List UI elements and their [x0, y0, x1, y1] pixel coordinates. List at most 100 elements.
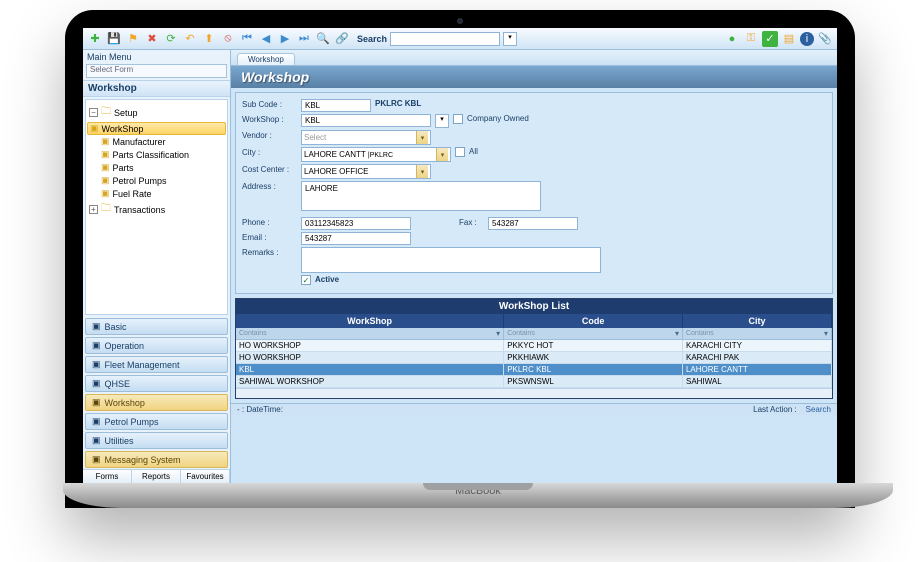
- vendor-select[interactable]: Select▾: [301, 130, 431, 145]
- remarks-input[interactable]: [301, 247, 601, 273]
- tree-node-partsclass[interactable]: ▣ Parts Classification: [89, 148, 224, 161]
- new-icon[interactable]: ✚: [87, 31, 103, 47]
- prev-icon[interactable]: ◀: [258, 31, 274, 47]
- table-row[interactable]: HO WORKSHOPPKKYC HOTKARACHI CITY: [236, 340, 832, 352]
- stack-basic[interactable]: ▣Basic: [85, 318, 228, 335]
- sidebar: Main Menu Select Form Workshop − 🗀 Setup…: [83, 50, 231, 483]
- filter-workshop[interactable]: Contains▾: [236, 328, 504, 339]
- filter-icon[interactable]: ▾: [496, 329, 500, 338]
- workshop-form: Sub Code : PKLRC KBL WorkShop : ▾ Compan…: [235, 92, 833, 294]
- main-menu-label: Main Menu: [83, 50, 230, 64]
- folder-icon: 🗀: [101, 104, 111, 121]
- delete-icon[interactable]: ✖: [144, 31, 160, 47]
- stack-operation[interactable]: ▣Operation: [85, 337, 228, 354]
- zoom-icon[interactable]: 🔍: [315, 31, 331, 47]
- address-input[interactable]: LAHORE: [301, 181, 541, 211]
- tree-node-manufacturer[interactable]: ▣ Manufacturer: [89, 135, 224, 148]
- filter-code[interactable]: Contains▾: [504, 328, 683, 339]
- cancel-icon[interactable]: ⦸: [220, 31, 236, 47]
- workshop-input[interactable]: [301, 114, 431, 127]
- expand-icon[interactable]: +: [89, 205, 98, 214]
- nav-tree: − 🗀 Setup ▣ WorkShop ▣ Manufacturer ▣: [85, 99, 228, 315]
- costcenter-select[interactable]: LAHORE OFFICE▾: [301, 164, 431, 179]
- tree-node-setup[interactable]: − 🗀 Setup: [89, 103, 224, 122]
- table-row[interactable]: HO WORKSHOPPKKHIAWKKARACHI PAK: [236, 352, 832, 364]
- subcode-input[interactable]: [301, 99, 371, 112]
- fax-label: Fax :: [459, 217, 484, 227]
- search-input[interactable]: [390, 32, 500, 46]
- stack-utilities[interactable]: ▣Utilities: [85, 432, 228, 449]
- undo-icon[interactable]: ↶: [182, 31, 198, 47]
- tree-node-workshop[interactable]: ▣ WorkShop: [87, 122, 226, 135]
- email-label: Email :: [242, 232, 297, 242]
- address-label: Address :: [242, 181, 297, 191]
- company-owned-label: Company Owned: [467, 114, 529, 123]
- page-icon: ▣: [101, 188, 110, 199]
- document-icon[interactable]: ▤: [781, 31, 797, 47]
- vendor-label: Vendor :: [242, 130, 297, 140]
- key-icon[interactable]: ⚿: [743, 31, 759, 47]
- filter-icon[interactable]: ▾: [824, 329, 828, 338]
- main-toolbar: ✚ 💾 ⚑ ✖ ⟳ ↶ ⬆ ⦸ ⏮ ◀ ▶ ⏭ 🔍 🔗 Search ▾ ● ⚿…: [83, 28, 837, 50]
- search-dropdown[interactable]: ▾: [503, 32, 517, 46]
- attach-icon[interactable]: 📎: [817, 31, 833, 47]
- last-icon[interactable]: ⏭: [296, 31, 312, 47]
- flag-icon[interactable]: ⚑: [125, 31, 141, 47]
- link-icon[interactable]: 🔗: [334, 31, 350, 47]
- filter-icon[interactable]: ▾: [675, 329, 679, 338]
- stack-fleet[interactable]: ▣Fleet Management: [85, 356, 228, 373]
- list-title: WorkShop List: [236, 299, 832, 314]
- horizontal-scrollbar[interactable]: [236, 388, 832, 398]
- stack-qhse[interactable]: ▣QHSE: [85, 375, 228, 392]
- city-select[interactable]: LAHORE CANTT |PKLRC▾: [301, 147, 451, 162]
- page-icon: ▣: [101, 162, 110, 173]
- page-icon: ▣: [90, 123, 99, 134]
- active-label: Active: [315, 275, 339, 284]
- company-owned-checkbox[interactable]: [453, 114, 463, 124]
- tree-node-fuelrate[interactable]: ▣ Fuel Rate: [89, 187, 224, 200]
- refresh-icon[interactable]: ⟳: [163, 31, 179, 47]
- phone-input[interactable]: [301, 217, 411, 230]
- page-title: Workshop: [231, 66, 837, 88]
- page-icon: ▣: [101, 136, 110, 147]
- workshop-dd[interactable]: ▾: [435, 114, 449, 128]
- col-city[interactable]: City: [683, 314, 832, 328]
- stack-workshop[interactable]: ▣Workshop: [85, 394, 228, 411]
- subcode-label: Sub Code :: [242, 99, 297, 109]
- fax-input[interactable]: [488, 217, 578, 230]
- all-checkbox[interactable]: [455, 147, 465, 157]
- footer-search[interactable]: Search: [806, 405, 831, 414]
- stack-messaging[interactable]: ▣Messaging System: [85, 451, 228, 468]
- go-icon[interactable]: ●: [724, 31, 740, 47]
- tree-node-parts[interactable]: ▣ Parts: [89, 161, 224, 174]
- tree-node-transactions[interactable]: + 🗀 Transactions: [89, 200, 224, 219]
- costcenter-label: Cost Center :: [242, 164, 297, 174]
- next-icon[interactable]: ▶: [277, 31, 293, 47]
- stack-petrol[interactable]: ▣Petrol Pumps: [85, 413, 228, 430]
- select-form-dropdown[interactable]: Select Form: [86, 64, 227, 78]
- col-code[interactable]: Code: [504, 314, 683, 328]
- col-workshop[interactable]: WorkShop: [236, 314, 504, 328]
- tree-node-petrolpumps[interactable]: ▣ Petrol Pumps: [89, 174, 224, 187]
- collapse-icon[interactable]: −: [89, 108, 98, 117]
- info-icon[interactable]: i: [800, 32, 814, 46]
- table-row[interactable]: KBLPKLRC KBLLAHORE CANTT: [236, 364, 832, 376]
- tab-favourites[interactable]: Favourites: [181, 470, 230, 483]
- tab-forms[interactable]: Forms: [83, 470, 132, 483]
- tab-reports[interactable]: Reports: [132, 470, 181, 483]
- page-icon: ▣: [101, 175, 110, 186]
- save-icon[interactable]: 💾: [106, 31, 122, 47]
- email-input[interactable]: [301, 232, 411, 245]
- table-row[interactable]: SAHIWAL WORKSHOPPKSWNSWLSAHIWAL: [236, 376, 832, 388]
- subcode-display: PKLRC KBL: [375, 99, 421, 108]
- workshop-label: WorkShop :: [242, 114, 297, 124]
- filter-city[interactable]: Contains▾: [683, 328, 832, 339]
- page-icon: ▣: [101, 149, 110, 160]
- check-icon[interactable]: ✓: [762, 31, 778, 47]
- all-label: All: [469, 147, 478, 156]
- up-icon[interactable]: ⬆: [201, 31, 217, 47]
- first-icon[interactable]: ⏮: [239, 31, 255, 47]
- datetime-label: - : DateTime:: [237, 405, 283, 414]
- tab-workshop[interactable]: Workshop: [237, 53, 295, 65]
- active-checkbox[interactable]: ✓: [301, 275, 311, 285]
